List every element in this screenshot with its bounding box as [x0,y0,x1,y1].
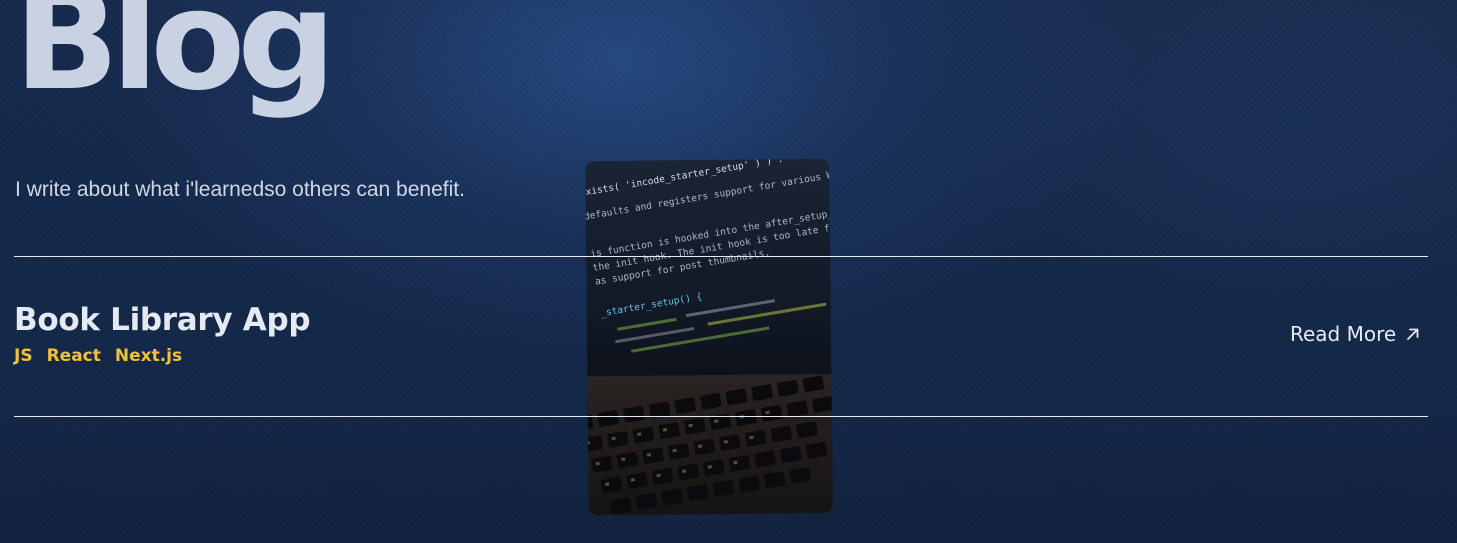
post-preview-image: exists( 'incode_starter_setup' ) ) : def… [585,158,833,516]
tag-react: React [46,346,101,366]
keyboard-graphic [587,373,833,516]
arrow-up-right-icon [1407,328,1419,340]
code-screen-graphic: exists( 'incode_starter_setup' ) ) : def… [585,159,831,353]
page-title: Blog [14,0,336,121]
tag-nextjs: Next.js [114,346,183,366]
divider-top [14,256,1428,257]
page-subtitle: I write about what i'learnedso others ca… [15,178,465,201]
tag-js: JS [14,346,33,366]
post-title[interactable]: Book Library App [14,302,311,338]
read-more-label: Read More [1290,322,1397,346]
post-tags: JS React Next.js [14,346,182,366]
read-more-link[interactable]: Read More [1290,322,1422,346]
divider-bottom [14,416,1428,417]
